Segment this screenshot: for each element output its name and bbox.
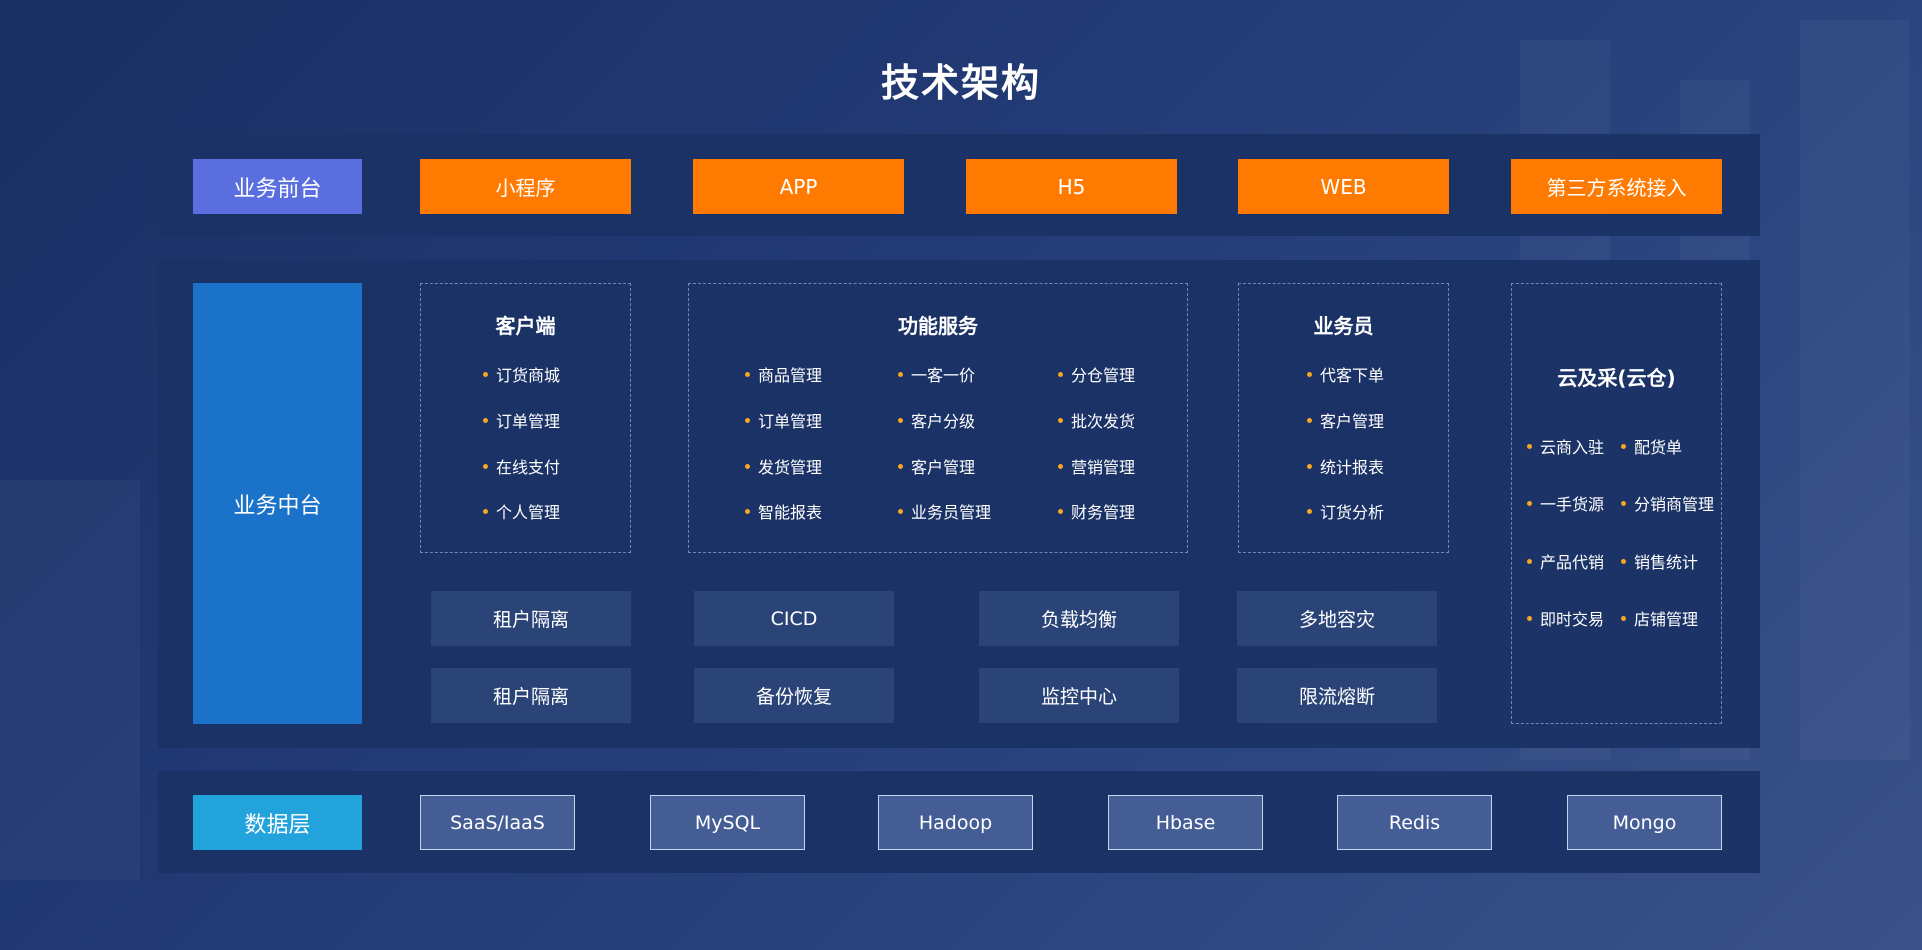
infra-monitoring-center: 监控中心 xyxy=(979,668,1179,723)
list-item: 订货分析 xyxy=(1307,499,1384,523)
sales-section-title: 业务员 xyxy=(1313,314,1374,338)
list-item: 产品代销 xyxy=(1527,549,1604,573)
list-item: 订货商城 xyxy=(483,362,560,386)
bullet-dot xyxy=(1527,615,1532,621)
infra-cicd: CICD xyxy=(694,591,894,646)
list-item: 营销管理 xyxy=(1058,454,1135,478)
bullet-dot xyxy=(1307,463,1312,469)
bullet-dot xyxy=(745,463,750,469)
list-item: 一客一价 xyxy=(898,362,975,386)
bullet-dot xyxy=(1058,417,1063,423)
client-section-title: 客户端 xyxy=(495,314,556,338)
client-section: 客户端 订货商城 订单管理 在线支付 个人管理 xyxy=(420,283,631,553)
data-layer-label: 数据层 xyxy=(193,795,362,850)
infra-tenant-isolation: 租户隔离 xyxy=(431,668,631,723)
list-item: 分销商管理 xyxy=(1621,491,1714,515)
channel-h5: H5 xyxy=(966,159,1177,214)
data-hbase: Hbase xyxy=(1108,795,1263,850)
list-item: 商品管理 xyxy=(745,362,822,386)
bullet-dot xyxy=(1621,558,1626,564)
service-section: 功能服务 商品管理 订单管理 发货管理 智能报表 一客一价 客户分级 客户管理 … xyxy=(688,283,1188,553)
service-section-title: 功能服务 xyxy=(898,314,978,338)
infra-load-balancing: 负载均衡 xyxy=(979,591,1179,646)
bullet-dot xyxy=(1058,463,1063,469)
cloud-section: 云及采(云仓) 云商入驻 一手货源 产品代销 即时交易 配货单 分销商管理 销售… xyxy=(1511,283,1722,724)
bullet-dot xyxy=(1527,443,1532,449)
bullet-dot xyxy=(745,417,750,423)
bullet-dot xyxy=(483,463,488,469)
data-hadoop: Hadoop xyxy=(878,795,1033,850)
list-item: 分仓管理 xyxy=(1058,362,1135,386)
list-item: 一手货源 xyxy=(1527,491,1604,515)
bg-decoration xyxy=(0,480,140,880)
bullet-dot xyxy=(898,371,903,377)
list-item: 订单管理 xyxy=(745,408,822,432)
bullet-dot xyxy=(1621,443,1626,449)
list-item: 销售统计 xyxy=(1621,549,1698,573)
bg-decoration xyxy=(1800,20,1910,760)
bullet-dot xyxy=(1621,615,1626,621)
bullet-dot xyxy=(483,508,488,514)
list-item: 发货管理 xyxy=(745,454,822,478)
list-item: 批次发货 xyxy=(1058,408,1135,432)
channel-third-party: 第三方系统接入 xyxy=(1511,159,1722,214)
list-item: 个人管理 xyxy=(483,499,560,523)
list-item: 云商入驻 xyxy=(1527,434,1604,458)
list-item: 业务员管理 xyxy=(898,499,991,523)
bullet-dot xyxy=(1307,508,1312,514)
bullet-dot xyxy=(1527,500,1532,506)
bullet-dot xyxy=(898,417,903,423)
data-redis: Redis xyxy=(1337,795,1492,850)
list-item: 统计报表 xyxy=(1307,454,1384,478)
bullet-dot xyxy=(1058,371,1063,377)
data-mongo: Mongo xyxy=(1567,795,1722,850)
bullet-dot xyxy=(1307,417,1312,423)
infra-backup-restore: 备份恢复 xyxy=(694,668,894,723)
list-item: 即时交易 xyxy=(1527,606,1604,630)
bullet-dot xyxy=(483,371,488,377)
channel-miniprogram: 小程序 xyxy=(420,159,631,214)
list-item: 在线支付 xyxy=(483,454,560,478)
bullet-dot xyxy=(898,463,903,469)
list-item: 订单管理 xyxy=(483,408,560,432)
channel-web: WEB xyxy=(1238,159,1449,214)
bullet-dot xyxy=(898,508,903,514)
bullet-dot xyxy=(1058,508,1063,514)
bullet-dot xyxy=(745,508,750,514)
bullet-dot xyxy=(1307,371,1312,377)
list-item: 客户管理 xyxy=(898,454,975,478)
bullet-dot xyxy=(745,371,750,377)
list-item: 店铺管理 xyxy=(1621,606,1698,630)
bullet-dot xyxy=(483,417,488,423)
list-item: 代客下单 xyxy=(1307,362,1384,386)
data-mysql: MySQL xyxy=(650,795,805,850)
list-item: 智能报表 xyxy=(745,499,822,523)
data-saas-iaas: SaaS/IaaS xyxy=(420,795,575,850)
infra-disaster-recovery: 多地容灾 xyxy=(1237,591,1437,646)
infra-rate-limit-circuit-break: 限流熔断 xyxy=(1237,668,1437,723)
cloud-section-title: 云及采(云仓) xyxy=(1557,366,1676,390)
channel-app: APP xyxy=(693,159,904,214)
middle-layer-label: 业务中台 xyxy=(193,283,362,724)
list-item: 客户管理 xyxy=(1307,408,1384,432)
list-item: 财务管理 xyxy=(1058,499,1135,523)
sales-section: 业务员 代客下单 客户管理 统计报表 订货分析 xyxy=(1238,283,1449,553)
bullet-dot xyxy=(1621,500,1626,506)
infra-tenant-isolation: 租户隔离 xyxy=(431,591,631,646)
list-item: 客户分级 xyxy=(898,408,975,432)
page-title: 技术架构 xyxy=(880,61,1041,105)
front-layer-label: 业务前台 xyxy=(193,159,362,214)
list-item: 配货单 xyxy=(1621,434,1682,458)
bullet-dot xyxy=(1527,558,1532,564)
